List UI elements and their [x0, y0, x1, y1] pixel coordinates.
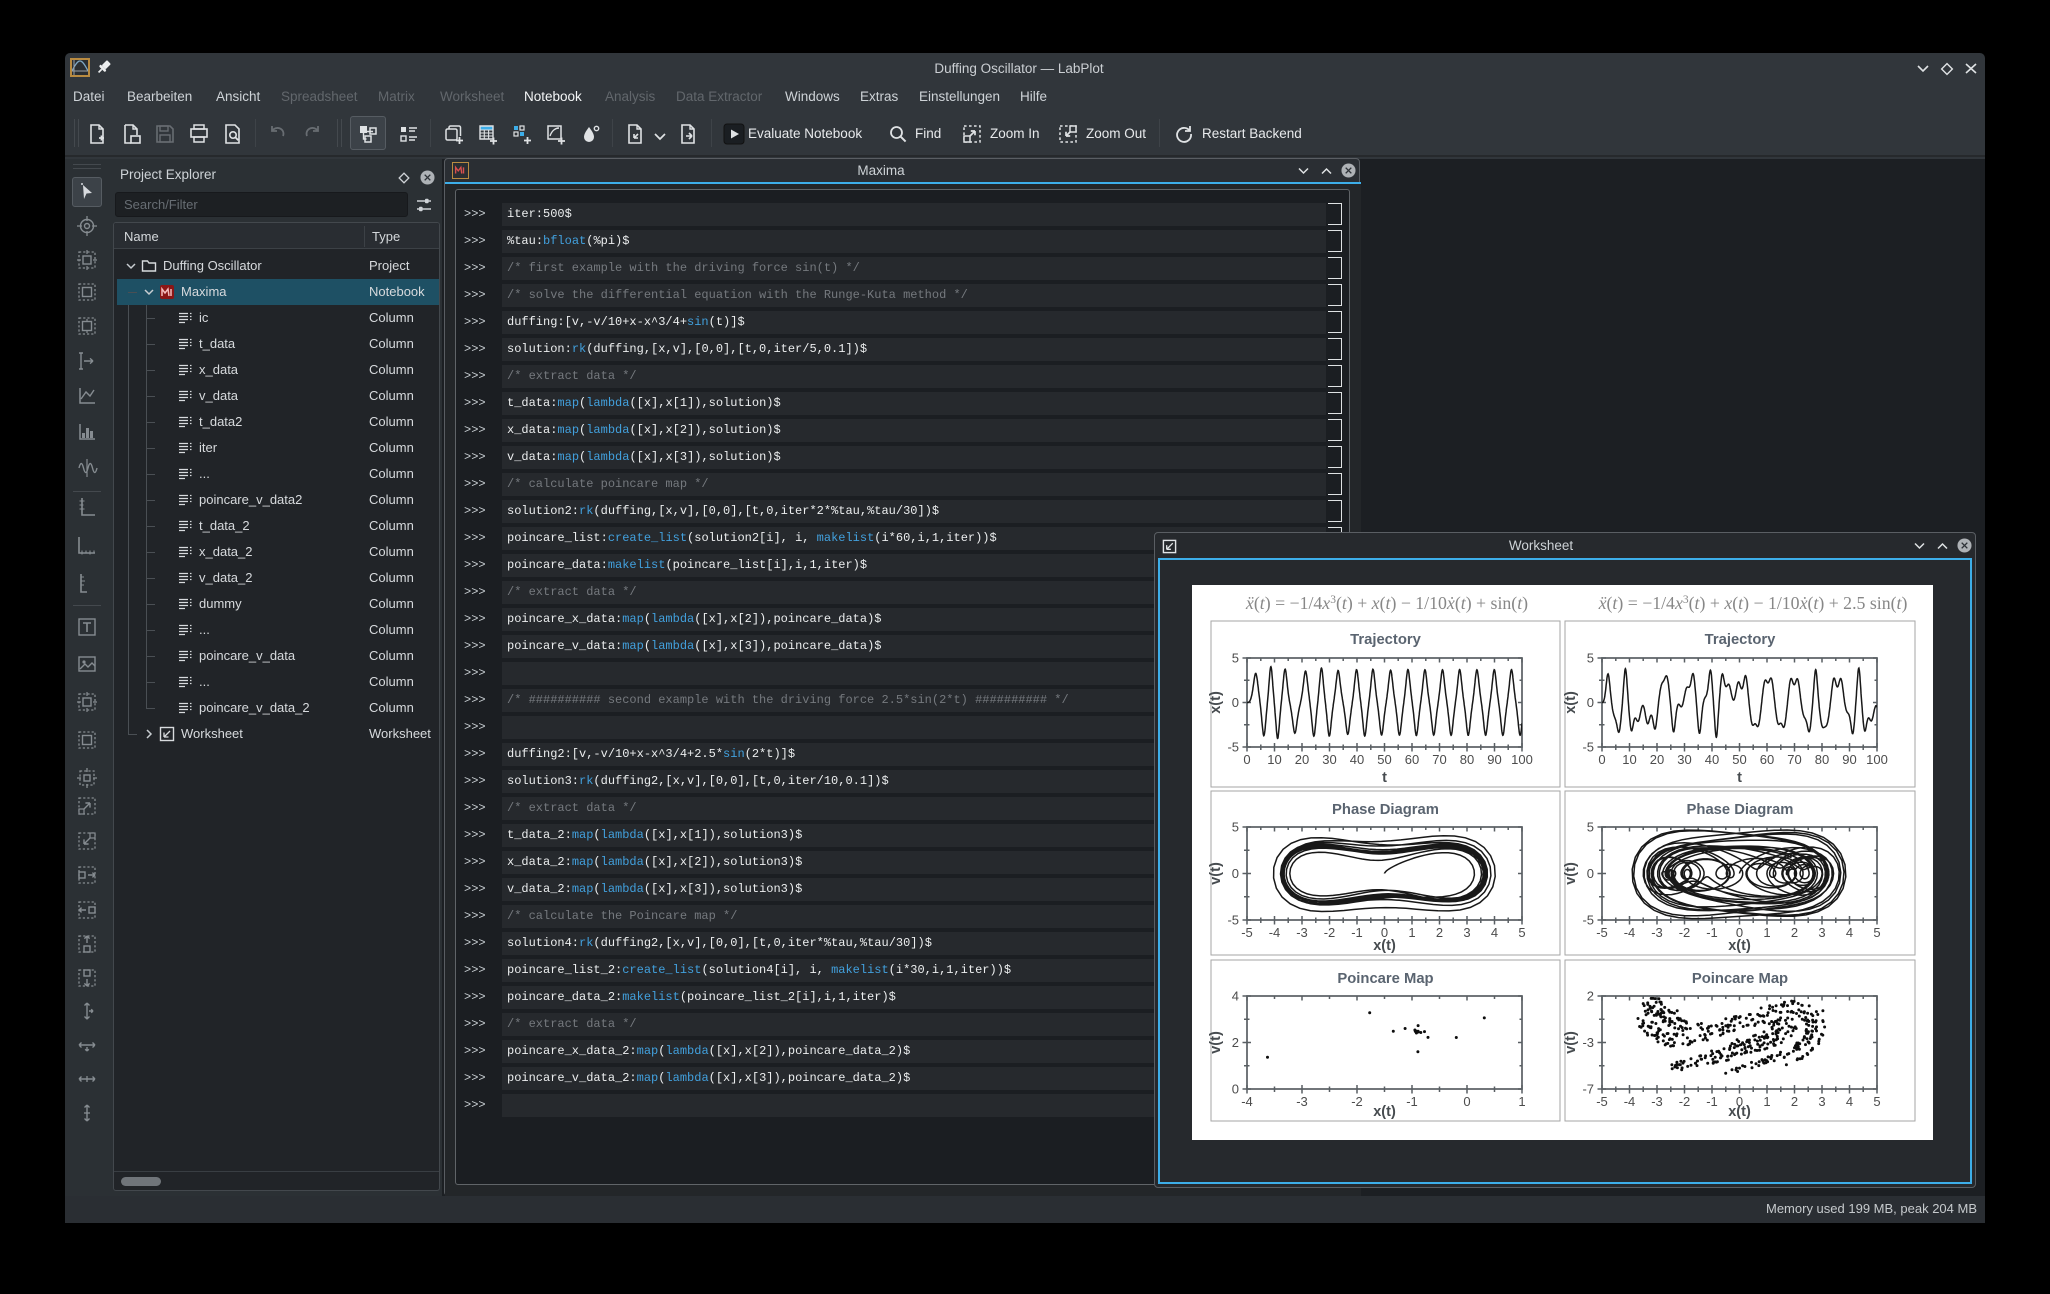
svg-text:v(t): v(t) — [1563, 862, 1579, 885]
svg-text:30: 30 — [1677, 752, 1691, 767]
svg-text:-4: -4 — [1624, 1094, 1636, 1109]
svg-text:70: 70 — [1432, 752, 1446, 767]
svg-text:t: t — [1382, 770, 1387, 786]
svg-text:x(t): x(t) — [1208, 691, 1224, 714]
svg-text:-2: -2 — [1679, 925, 1691, 940]
svg-text:0: 0 — [1243, 752, 1250, 767]
svg-text:x(t): x(t) — [1373, 938, 1396, 954]
svg-text:2: 2 — [1436, 925, 1443, 940]
svg-text:2: 2 — [1791, 925, 1798, 940]
svg-text:5: 5 — [1587, 651, 1594, 666]
svg-text:-2: -2 — [1679, 1094, 1691, 1109]
svg-text:ẍ(t) = −1/4x3(t) + x(t) − 1/10: ẍ(t) = −1/4x3(t) + x(t) − 1/10ẋ(t) + 2.5… — [1598, 593, 1908, 614]
svg-text:2: 2 — [1232, 1035, 1239, 1050]
svg-text:90: 90 — [1842, 752, 1856, 767]
svg-text:-1: -1 — [1706, 925, 1718, 940]
svg-text:5: 5 — [1873, 1094, 1880, 1109]
svg-text:0: 0 — [1587, 866, 1594, 881]
svg-text:v(t): v(t) — [1208, 862, 1224, 885]
svg-text:Trajectory: Trajectory — [1350, 632, 1422, 648]
svg-text:10: 10 — [1622, 752, 1636, 767]
svg-text:-5: -5 — [1582, 740, 1594, 755]
svg-text:4: 4 — [1846, 1094, 1853, 1109]
svg-text:60: 60 — [1760, 752, 1774, 767]
svg-text:-7: -7 — [1582, 1082, 1594, 1097]
svg-text:Phase Diagram: Phase Diagram — [1332, 802, 1439, 818]
svg-text:x(t): x(t) — [1728, 938, 1751, 954]
svg-text:100: 100 — [1511, 752, 1533, 767]
svg-text:0: 0 — [1232, 1082, 1239, 1097]
svg-text:3: 3 — [1818, 1094, 1825, 1109]
svg-text:80: 80 — [1460, 752, 1474, 767]
svg-text:3: 3 — [1818, 925, 1825, 940]
svg-text:4: 4 — [1232, 989, 1239, 1004]
svg-text:v(t): v(t) — [1208, 1031, 1224, 1054]
svg-text:5: 5 — [1587, 820, 1594, 835]
svg-text:70: 70 — [1787, 752, 1801, 767]
svg-text:0: 0 — [1598, 752, 1605, 767]
svg-text:-3: -3 — [1296, 925, 1308, 940]
svg-text:-4: -4 — [1269, 925, 1281, 940]
svg-text:1: 1 — [1408, 925, 1415, 940]
svg-text:0: 0 — [1232, 695, 1239, 710]
svg-text:-3: -3 — [1296, 1094, 1308, 1109]
svg-text:Poincare Map: Poincare Map — [1337, 971, 1433, 987]
svg-text:5: 5 — [1232, 820, 1239, 835]
svg-text:4: 4 — [1491, 925, 1498, 940]
svg-text:-5: -5 — [1582, 913, 1594, 928]
svg-text:50: 50 — [1377, 752, 1391, 767]
svg-text:t: t — [1737, 770, 1742, 786]
svg-text:30: 30 — [1322, 752, 1336, 767]
svg-text:5: 5 — [1518, 925, 1525, 940]
svg-text:1: 1 — [1518, 1094, 1525, 1109]
svg-text:2: 2 — [1587, 989, 1594, 1004]
svg-text:-4: -4 — [1241, 1094, 1253, 1109]
svg-text:20: 20 — [1650, 752, 1664, 767]
svg-text:-2: -2 — [1351, 1094, 1363, 1109]
svg-text:-3: -3 — [1582, 1035, 1594, 1050]
svg-text:0: 0 — [1587, 695, 1594, 710]
svg-text:80: 80 — [1815, 752, 1829, 767]
svg-text:-1: -1 — [1406, 1094, 1418, 1109]
svg-text:-5: -5 — [1241, 925, 1253, 940]
svg-text:5: 5 — [1873, 925, 1880, 940]
svg-text:-3: -3 — [1651, 925, 1663, 940]
svg-text:Trajectory: Trajectory — [1705, 632, 1777, 648]
svg-text:100: 100 — [1866, 752, 1888, 767]
svg-text:-1: -1 — [1706, 1094, 1718, 1109]
svg-text:4: 4 — [1846, 925, 1853, 940]
svg-text:v(t): v(t) — [1563, 1031, 1579, 1054]
svg-text:40: 40 — [1350, 752, 1364, 767]
svg-text:3: 3 — [1463, 925, 1470, 940]
svg-text:40: 40 — [1705, 752, 1719, 767]
svg-text:1: 1 — [1763, 925, 1770, 940]
svg-text:-5: -5 — [1227, 913, 1239, 928]
svg-text:x(t): x(t) — [1563, 691, 1579, 714]
svg-text:0: 0 — [1232, 866, 1239, 881]
svg-text:60: 60 — [1405, 752, 1419, 767]
svg-text:x(t): x(t) — [1728, 1104, 1751, 1120]
svg-text:90: 90 — [1487, 752, 1501, 767]
svg-text:-1: -1 — [1351, 925, 1363, 940]
svg-text:-2: -2 — [1324, 925, 1336, 940]
svg-text:ẍ(t) = −1/4x3(t) + x(t) − 1/10: ẍ(t) = −1/4x3(t) + x(t) − 1/10ẋ(t) + sin… — [1245, 593, 1528, 614]
svg-text:x(t): x(t) — [1373, 1104, 1396, 1120]
svg-text:-5: -5 — [1596, 925, 1608, 940]
svg-text:20: 20 — [1295, 752, 1309, 767]
svg-text:-5: -5 — [1227, 740, 1239, 755]
svg-text:5: 5 — [1232, 651, 1239, 666]
svg-text:Poincare Map: Poincare Map — [1692, 971, 1788, 987]
svg-text:-5: -5 — [1596, 1094, 1608, 1109]
svg-text:-4: -4 — [1624, 925, 1636, 940]
svg-text:-3: -3 — [1651, 1094, 1663, 1109]
svg-text:10: 10 — [1267, 752, 1281, 767]
svg-text:50: 50 — [1732, 752, 1746, 767]
svg-text:2: 2 — [1791, 1094, 1798, 1109]
svg-text:1: 1 — [1763, 1094, 1770, 1109]
svg-text:0: 0 — [1463, 1094, 1470, 1109]
svg-text:Phase Diagram: Phase Diagram — [1687, 802, 1794, 818]
